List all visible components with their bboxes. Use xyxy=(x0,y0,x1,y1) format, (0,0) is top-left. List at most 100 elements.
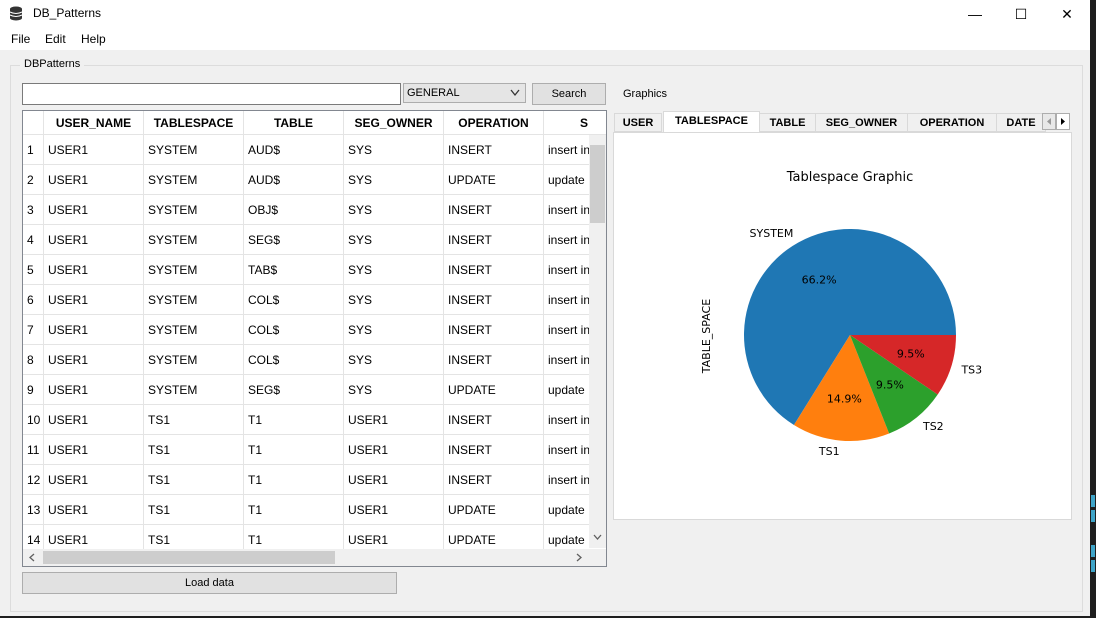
cell-operation[interactable]: INSERT xyxy=(444,315,544,345)
row-header[interactable]: 12 xyxy=(23,465,44,495)
cell-tablespace[interactable]: TS1 xyxy=(144,435,244,465)
row-header[interactable]: 3 xyxy=(23,195,44,225)
col-header-s[interactable]: S xyxy=(544,111,606,135)
search-button[interactable]: Search xyxy=(532,83,606,105)
col-header-tablespace[interactable]: TABLESPACE xyxy=(144,111,244,135)
cell-user-name[interactable]: USER1 xyxy=(44,195,144,225)
tab-date[interactable]: DATE xyxy=(996,113,1046,132)
cell-tablespace[interactable]: TS1 xyxy=(144,495,244,525)
cell-tablespace[interactable]: SYSTEM xyxy=(144,225,244,255)
cell-user-name[interactable]: USER1 xyxy=(44,465,144,495)
data-table[interactable]: USER_NAME TABLESPACE TABLE SEG_OWNER OPE… xyxy=(22,110,607,567)
cell-operation[interactable]: INSERT xyxy=(444,225,544,255)
cell-operation[interactable]: INSERT xyxy=(444,255,544,285)
row-header[interactable]: 13 xyxy=(23,495,44,525)
cell-seg-owner[interactable]: SYS xyxy=(344,195,444,225)
cell-seg-owner[interactable]: SYS xyxy=(344,135,444,165)
cell-operation[interactable]: UPDATE xyxy=(444,375,544,405)
tab-scroll-right-button[interactable] xyxy=(1056,113,1070,130)
row-header[interactable]: 5 xyxy=(23,255,44,285)
cell-tablespace[interactable]: SYSTEM xyxy=(144,255,244,285)
cell-operation[interactable]: INSERT xyxy=(444,465,544,495)
cell-seg-owner[interactable]: USER1 xyxy=(344,465,444,495)
tab-table[interactable]: TABLE xyxy=(759,113,816,132)
cell-table[interactable]: OBJ$ xyxy=(244,195,344,225)
cell-seg-owner[interactable]: SYS xyxy=(344,285,444,315)
cell-tablespace[interactable]: TS1 xyxy=(144,465,244,495)
row-header[interactable]: 4 xyxy=(23,225,44,255)
category-combo[interactable]: GENERAL xyxy=(403,83,526,103)
tab-operation[interactable]: OPERATION xyxy=(907,113,997,132)
cell-table[interactable]: T1 xyxy=(244,405,344,435)
row-header[interactable]: 7 xyxy=(23,315,44,345)
row-header[interactable]: 10 xyxy=(23,405,44,435)
cell-seg-owner[interactable]: USER1 xyxy=(344,435,444,465)
cell-seg-owner[interactable]: SYS xyxy=(344,255,444,285)
cell-table[interactable]: SEG$ xyxy=(244,225,344,255)
cell-operation[interactable]: INSERT xyxy=(444,435,544,465)
cell-operation[interactable]: INSERT xyxy=(444,285,544,315)
cell-tablespace[interactable]: SYSTEM xyxy=(144,135,244,165)
cell-tablespace[interactable]: SYSTEM xyxy=(144,315,244,345)
search-input[interactable] xyxy=(22,83,401,105)
col-header-table[interactable]: TABLE xyxy=(244,111,344,135)
row-header[interactable]: 2 xyxy=(23,165,44,195)
cell-table[interactable]: SEG$ xyxy=(244,375,344,405)
chevron-left-icon[interactable] xyxy=(28,553,35,562)
cell-seg-owner[interactable]: USER1 xyxy=(344,405,444,435)
row-header[interactable]: 8 xyxy=(23,345,44,375)
cell-operation[interactable]: UPDATE xyxy=(444,165,544,195)
tab-tablespace[interactable]: TABLESPACE xyxy=(663,111,760,133)
maximize-button[interactable]: ☐ xyxy=(998,0,1044,28)
cell-seg-owner[interactable]: SYS xyxy=(344,345,444,375)
col-header-operation[interactable]: OPERATION xyxy=(444,111,544,135)
col-header-user-name[interactable]: USER_NAME xyxy=(44,111,144,135)
cell-user-name[interactable]: USER1 xyxy=(44,225,144,255)
horizontal-scrollbar[interactable] xyxy=(23,549,589,566)
cell-user-name[interactable]: USER1 xyxy=(44,255,144,285)
tab-scroll-left-button[interactable] xyxy=(1042,113,1056,130)
cell-user-name[interactable]: USER1 xyxy=(44,375,144,405)
cell-user-name[interactable]: USER1 xyxy=(44,345,144,375)
cell-user-name[interactable]: USER1 xyxy=(44,165,144,195)
cell-user-name[interactable]: USER1 xyxy=(44,285,144,315)
cell-table[interactable]: T1 xyxy=(244,495,344,525)
cell-user-name[interactable]: USER1 xyxy=(44,315,144,345)
menu-edit[interactable]: Edit xyxy=(45,32,66,46)
title-bar[interactable]: DB_Patterns — ☐ ✕ xyxy=(0,0,1090,28)
cell-operation[interactable]: INSERT xyxy=(444,135,544,165)
cell-table[interactable]: TAB$ xyxy=(244,255,344,285)
cell-seg-owner[interactable]: SYS xyxy=(344,315,444,345)
cell-operation[interactable]: INSERT xyxy=(444,345,544,375)
cell-table[interactable]: COL$ xyxy=(244,315,344,345)
cell-operation[interactable]: INSERT xyxy=(444,405,544,435)
row-header[interactable]: 6 xyxy=(23,285,44,315)
row-header[interactable]: 1 xyxy=(23,135,44,165)
row-header[interactable]: 9 xyxy=(23,375,44,405)
vertical-scroll-thumb[interactable] xyxy=(590,145,605,223)
horizontal-scroll-thumb[interactable] xyxy=(43,551,335,564)
minimize-button[interactable]: — xyxy=(952,0,998,28)
cell-user-name[interactable]: USER1 xyxy=(44,135,144,165)
cell-table[interactable]: AUD$ xyxy=(244,135,344,165)
cell-table[interactable]: AUD$ xyxy=(244,165,344,195)
row-header[interactable]: 11 xyxy=(23,435,44,465)
cell-table[interactable]: T1 xyxy=(244,465,344,495)
cell-tablespace[interactable]: SYSTEM xyxy=(144,375,244,405)
cell-tablespace[interactable]: SYSTEM xyxy=(144,195,244,225)
tab-seg-owner[interactable]: SEG_OWNER xyxy=(815,113,908,132)
cell-tablespace[interactable]: TS1 xyxy=(144,405,244,435)
load-data-button[interactable]: Load data xyxy=(22,572,397,594)
cell-tablespace[interactable]: SYSTEM xyxy=(144,285,244,315)
cell-seg-owner[interactable]: SYS xyxy=(344,225,444,255)
cell-user-name[interactable]: USER1 xyxy=(44,405,144,435)
menu-help[interactable]: Help xyxy=(81,32,106,46)
close-button[interactable]: ✕ xyxy=(1044,0,1090,28)
cell-seg-owner[interactable]: SYS xyxy=(344,165,444,195)
cell-table[interactable]: COL$ xyxy=(244,345,344,375)
cell-table[interactable]: T1 xyxy=(244,435,344,465)
cell-operation[interactable]: INSERT xyxy=(444,195,544,225)
chevron-right-icon[interactable] xyxy=(576,553,583,562)
chevron-down-icon[interactable] xyxy=(593,534,602,541)
cell-user-name[interactable]: USER1 xyxy=(44,495,144,525)
